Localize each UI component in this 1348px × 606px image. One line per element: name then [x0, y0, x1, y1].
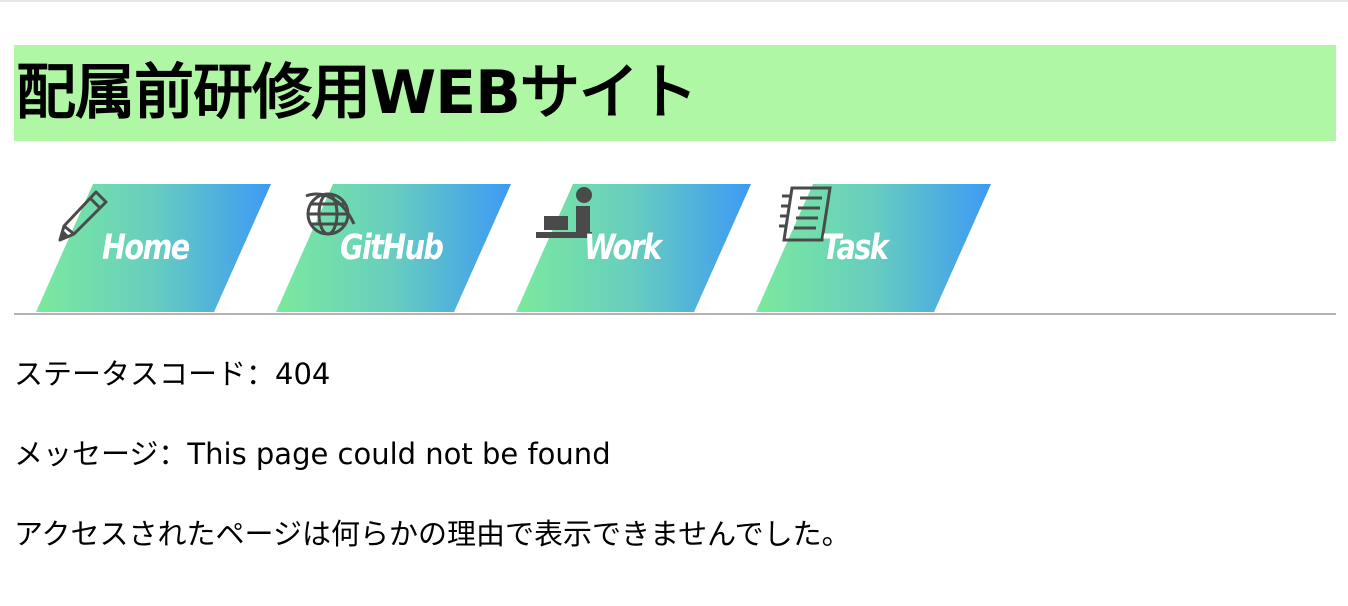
nav-divider: [14, 313, 1336, 315]
nav-item-home[interactable]: Home: [36, 184, 271, 314]
top-border: [0, 0, 1348, 2]
nav-item-task[interactable]: Task: [756, 184, 991, 314]
error-message-text: メッセージ：This page could not be found: [14, 437, 611, 471]
site-title: 配属前研修用WEBサイト: [14, 45, 1336, 141]
status-code-text: ステータスコード：404: [14, 357, 331, 391]
nav-item-label: Home: [102, 228, 190, 268]
nav-item-label: Work: [584, 228, 662, 268]
nav-item-github[interactable]: GitHub: [276, 184, 511, 314]
nav-item-label: Task: [822, 228, 889, 268]
main-nav: Home GitHub Work Task: [14, 184, 1336, 314]
nav-item-label: GitHub: [340, 228, 444, 268]
nav-item-work[interactable]: Work: [516, 184, 751, 314]
error-description-text: アクセスされたページは何らかの理由で表示できませんでした。: [14, 517, 851, 551]
